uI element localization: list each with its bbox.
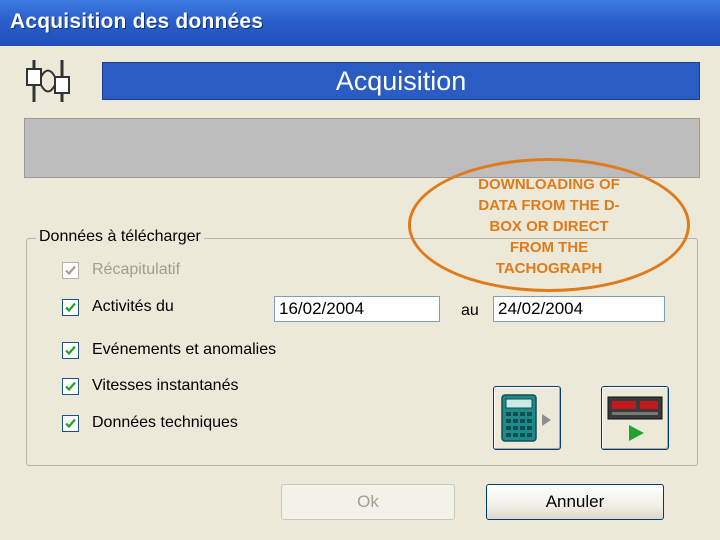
option-recapitulatif: Récapitulatif	[62, 259, 180, 281]
date-from-input[interactable]: 16/02/2004	[274, 296, 440, 322]
checkbox-donnees-techniques[interactable]	[62, 414, 79, 432]
option-label: Récapitulatif	[92, 261, 181, 278]
tachograph-icon	[607, 396, 663, 441]
option-label: Activités du	[92, 298, 174, 315]
date-to-input[interactable]: 24/02/2004	[493, 296, 665, 322]
transfer-icon	[22, 56, 78, 106]
checkbox-vitesses[interactable]	[62, 377, 79, 395]
option-label: Vitesses instantanés	[92, 377, 239, 394]
option-activites[interactable]: Activités du	[62, 296, 174, 318]
option-label: Evénements et anomalies	[92, 341, 277, 358]
dbox-download-button[interactable]	[493, 386, 561, 450]
checkbox-activites[interactable]	[62, 298, 79, 316]
cancel-button[interactable]: Annuler	[486, 484, 664, 520]
window-titlebar[interactable]: Acquisition des données	[0, 0, 720, 46]
checkbox-evenements[interactable]	[62, 341, 79, 359]
option-label: Données techniques	[92, 414, 238, 431]
tachograph-download-button[interactable]	[601, 386, 669, 450]
annotation-text: DOWNLOADING OF DATA FROM THE D- BOX OR D…	[478, 176, 620, 277]
checkbox-recapitulatif	[62, 261, 79, 279]
option-vitesses[interactable]: Vitesses instantanés	[62, 375, 238, 397]
calculator-dbox-icon	[501, 394, 551, 442]
ok-button[interactable]: Ok	[281, 484, 455, 520]
group-label: Données à télécharger	[36, 228, 204, 246]
date-to-label: au	[461, 302, 479, 319]
window-title: Acquisition des données	[10, 10, 264, 33]
header-banner: Acquisition	[102, 62, 700, 100]
option-evenements[interactable]: Evénements et anomalies	[62, 339, 276, 361]
option-donnees-techniques[interactable]: Données techniques	[62, 412, 238, 434]
